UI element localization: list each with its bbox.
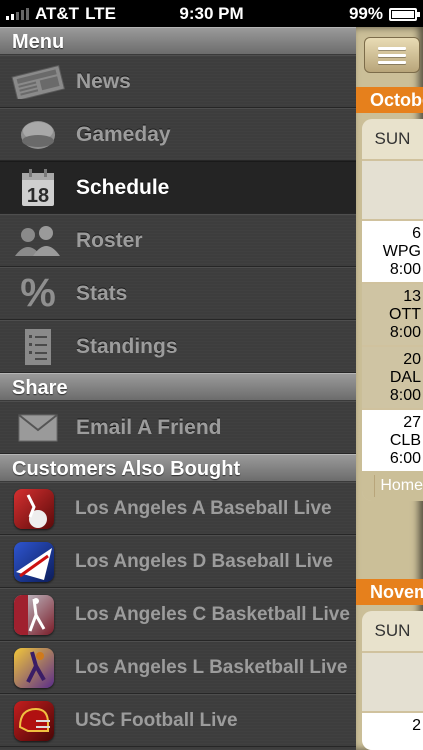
- baseball-player-icon: [14, 541, 54, 582]
- app-item-label: USC Football Live: [75, 709, 238, 731]
- calendar-date: 2: [412, 717, 421, 734]
- game-time: 8:00: [389, 324, 421, 341]
- calendar-icon: 18: [0, 161, 76, 214]
- day-header: SUN: [362, 119, 423, 159]
- menu-item-label: Schedule: [76, 175, 170, 199]
- menu-toggle-button[interactable]: [364, 37, 420, 73]
- game-time: 6:00: [389, 450, 421, 467]
- menu-item-label: Roster: [76, 228, 143, 252]
- app-item-label: Los Angeles L Basketball Live: [75, 656, 348, 678]
- menu-item-email-a-friend[interactable]: Email A Friend: [0, 401, 356, 454]
- calendar-icon-number: 18: [27, 185, 49, 207]
- menu-item-standings[interactable]: Standings: [0, 320, 356, 373]
- menu-section-header: Menu: [0, 27, 356, 55]
- menu-item-label: Gameday: [76, 122, 171, 146]
- game-date: 13: [403, 288, 421, 305]
- app-item-la-c-basketball[interactable]: Los Angeles C Basketball Live: [0, 588, 356, 641]
- game-date: 6: [412, 225, 421, 242]
- game-time: 8:00: [389, 261, 421, 278]
- list-icon: [0, 320, 76, 373]
- basketball-player-icon: [14, 647, 54, 688]
- month-header-october: October: [356, 87, 423, 113]
- game-opponent: WPG: [382, 243, 421, 260]
- day-header: SUN: [362, 611, 423, 651]
- share-section-header: Share: [0, 373, 356, 401]
- menu-item-roster[interactable]: Roster: [0, 214, 356, 267]
- legend-home: Home: [362, 471, 423, 501]
- ball-icon: [0, 108, 76, 161]
- envelope-icon: [0, 401, 76, 454]
- schedule-view-edge: October SUN 6 WPG 8:00 13 OTT 8:00 20 DA…: [356, 27, 423, 750]
- app-item-usc-football[interactable]: USC Football Live: [0, 694, 356, 747]
- menu-item-label: Email A Friend: [76, 415, 222, 439]
- menu-item-label: Standings: [76, 334, 178, 358]
- game-opponent: OTT: [389, 306, 421, 323]
- battery-icon: [389, 7, 420, 21]
- menu-item-news[interactable]: News: [0, 55, 356, 108]
- calendar-october: SUN 6 WPG 8:00 13 OTT 8:00 20 DAL 8:00 2…: [362, 119, 423, 501]
- newspaper-icon: [0, 55, 76, 108]
- baseball-player-icon: [14, 488, 54, 529]
- menu-item-label: Stats: [76, 281, 128, 305]
- side-menu: Menu News Gameday 18 Schedule Roster % S…: [0, 27, 356, 750]
- game-date: 27: [403, 414, 421, 431]
- app-item-la-d-baseball[interactable]: Los Angeles D Baseball Live: [0, 535, 356, 588]
- menu-item-label: News: [76, 69, 131, 93]
- clock: 9:30 PM: [179, 4, 244, 23]
- game-opponent: CLB: [389, 432, 421, 449]
- status-bar: AT&T LTE 9:30 PM 99%: [0, 0, 423, 27]
- people-icon: [0, 214, 76, 267]
- football-helmet-icon: [14, 700, 54, 741]
- basketball-player-icon: [14, 594, 54, 635]
- app-item-label: Los Angeles D Baseball Live: [75, 550, 333, 572]
- month-header-november: November: [356, 579, 423, 605]
- calendar-cell-empty: [362, 159, 423, 219]
- app-item-la-a-baseball[interactable]: Los Angeles A Baseball Live: [0, 482, 356, 535]
- app-item-label: Los Angeles C Basketball Live: [75, 603, 350, 625]
- game-opponent: DAL: [389, 369, 421, 386]
- app-item-label: Los Angeles A Baseball Live: [75, 497, 332, 519]
- calendar-cell-empty: [362, 651, 423, 711]
- game-cell[interactable]: 13 OTT 8:00: [362, 282, 423, 345]
- percent-icon: %: [20, 271, 56, 315]
- game-date: 20: [403, 351, 421, 368]
- menu-item-stats[interactable]: % Stats: [0, 267, 356, 320]
- calendar-november: SUN 2: [362, 611, 423, 750]
- app-item-la-l-basketball[interactable]: Los Angeles L Basketball Live: [0, 641, 356, 694]
- calendar-cell[interactable]: 2: [362, 711, 423, 750]
- menu-item-gameday[interactable]: Gameday: [0, 108, 356, 161]
- game-cell[interactable]: 6 WPG 8:00: [362, 219, 423, 282]
- menu-item-schedule[interactable]: 18 Schedule: [0, 161, 356, 214]
- game-cell[interactable]: 20 DAL 8:00: [362, 345, 423, 408]
- legend-label: Home: [380, 477, 423, 494]
- also-bought-section-header: Customers Also Bought: [0, 454, 356, 482]
- game-cell[interactable]: 27 CLB 6:00: [362, 408, 423, 471]
- game-time: 8:00: [389, 387, 421, 404]
- battery-percent: 99%: [348, 4, 383, 23]
